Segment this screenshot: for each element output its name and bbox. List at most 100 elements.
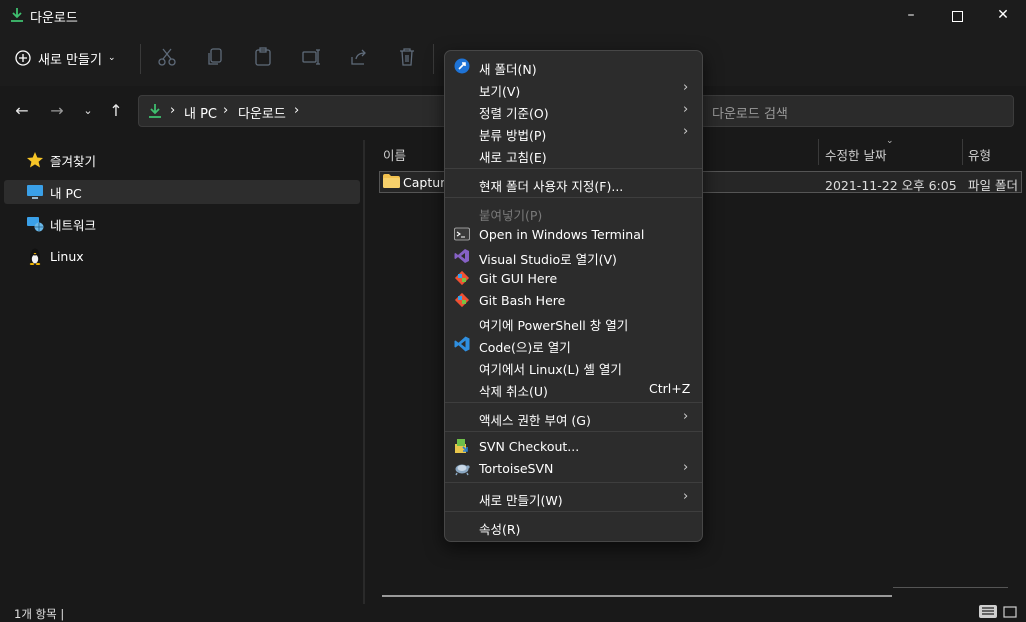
details-view-button[interactable] — [979, 605, 997, 618]
arrow-right-icon[interactable]: → — [47, 100, 67, 122]
breadcrumb-separator[interactable]: › — [294, 103, 299, 118]
svn-checkout-icon — [455, 439, 468, 453]
tortoise-svn-icon — [455, 464, 470, 476]
minimize-button[interactable]: – — [888, 0, 934, 32]
column-divider[interactable] — [962, 139, 963, 165]
menu-item-label: 새로 만들기(W) — [479, 493, 563, 508]
menu-item-label: 액세스 권한 부여 (G) — [479, 413, 591, 428]
chevron-down-icon: ⌄ — [107, 53, 116, 63]
menu-item-label: 보기(V) — [479, 84, 521, 99]
breadcrumb-separator[interactable]: › — [223, 103, 228, 118]
column-divider[interactable] — [818, 139, 819, 165]
submenu-arrow-icon: › — [683, 460, 689, 475]
menu-item-refresh[interactable]: 새로 고침(E) — [445, 143, 702, 165]
menu-item-label: Git Bash Here — [479, 293, 566, 308]
star-icon — [27, 152, 43, 168]
title-bar — [0, 0, 1026, 32]
rename-icon[interactable] — [300, 46, 322, 68]
menu-item-svn-checkout[interactable]: SVN Checkout... — [445, 435, 702, 457]
submenu-arrow-icon: › — [683, 489, 689, 504]
copy-icon[interactable] — [204, 46, 226, 68]
menu-item-undo-delete[interactable]: 삭제 취소(U) Ctrl+Z — [445, 377, 702, 399]
menu-item-open-powershell[interactable]: 여기에 PowerShell 창 열기 — [445, 311, 702, 333]
sort-chevron-icon: ⌄ — [886, 136, 894, 146]
paste-icon[interactable] — [252, 46, 274, 68]
menu-item-give-access[interactable]: 액세스 권한 부여 (G) › — [445, 406, 702, 428]
pane-divider[interactable] — [363, 140, 365, 610]
menu-item-open-with-code[interactable]: Code(으)로 열기 — [445, 333, 702, 355]
menu-item-tortoise-svn[interactable]: TortoiseSVN › — [445, 457, 702, 479]
menu-item-label: 새로 고침(E) — [479, 150, 547, 165]
menu-item-open-visual-studio[interactable]: Visual Studio로 열기(V) — [445, 245, 702, 267]
search-placeholder: 다운로드 검색 — [712, 107, 788, 122]
tiles-view-icon — [1003, 606, 1017, 618]
scroll-track — [893, 587, 1008, 588]
arrow-up-icon[interactable]: ↑ — [106, 100, 126, 122]
sidebar-item-my-pc[interactable]: 내 PC — [4, 180, 360, 204]
column-header-name[interactable]: 이름 — [383, 145, 406, 164]
menu-item-label: SVN Checkout... — [479, 439, 580, 454]
breadcrumb-item-downloads[interactable]: 다운로드 — [238, 103, 286, 122]
maximize-icon — [951, 11, 963, 22]
menu-item-label: TortoiseSVN — [479, 461, 554, 476]
visual-studio-icon — [454, 249, 469, 263]
new-button-label: 새로 만들기 — [38, 52, 102, 68]
horizontal-scrollbar[interactable] — [382, 595, 892, 597]
menu-item-new-folder[interactable]: 새 폴더(N) — [445, 55, 702, 77]
download-arrow-icon — [149, 104, 161, 118]
sidebar-item-network[interactable]: 네트워크 — [4, 212, 360, 236]
close-button[interactable]: ✕ — [980, 0, 1026, 32]
vscode-icon — [454, 336, 470, 352]
menu-item-git-bash[interactable]: Git Bash Here — [445, 289, 702, 311]
file-type: 파일 폴더 — [968, 178, 1018, 193]
menu-item-properties[interactable]: 속성(R) — [445, 515, 702, 537]
plus-circle-icon — [15, 50, 31, 66]
new-folder-icon — [454, 58, 470, 74]
chevron-down-icon[interactable]: ⌄ — [78, 100, 98, 122]
download-arrow-icon — [11, 8, 23, 22]
tux-icon — [29, 248, 41, 265]
menu-item-git-gui[interactable]: Git GUI Here — [445, 267, 702, 289]
cut-icon[interactable] — [156, 46, 178, 68]
window-title: 다운로드 — [30, 11, 78, 26]
column-header-modified[interactable]: 수정한 날짜 — [825, 145, 886, 164]
close-icon: ✕ — [997, 7, 1009, 23]
submenu-arrow-icon: › — [683, 124, 689, 139]
menu-item-open-terminal[interactable]: Open in Windows Terminal — [445, 223, 702, 245]
column-header-type[interactable]: 유형 — [968, 145, 991, 164]
monitor-icon — [27, 185, 43, 199]
toolbar-divider — [433, 44, 434, 74]
menu-item-view[interactable]: 보기(V) › — [445, 77, 702, 99]
details-view-icon — [982, 607, 994, 615]
tiles-view-button[interactable] — [1001, 605, 1019, 618]
share-icon[interactable] — [348, 46, 370, 68]
delete-icon[interactable] — [396, 46, 418, 68]
toolbar-divider — [140, 44, 141, 74]
new-button[interactable]: 새로 만들기 ⌄ — [14, 44, 115, 72]
maximize-button[interactable] — [934, 0, 980, 32]
menu-item-label: Open in Windows Terminal — [479, 227, 645, 242]
sidebar-item-label: Linux — [50, 248, 84, 264]
menu-item-open-linux-shell[interactable]: 여기에서 Linux(L) 셸 열기 — [445, 355, 702, 377]
menu-item-customize-folder[interactable]: 현재 폴더 사용자 지정(F)... — [445, 172, 702, 194]
menu-item-label: 여기에 PowerShell 창 열기 — [479, 318, 629, 333]
arrow-left-icon[interactable]: ← — [12, 100, 32, 122]
menu-item-label: 삭제 취소(U) — [479, 384, 548, 399]
menu-item-label: 여기에서 Linux(L) 셸 열기 — [479, 362, 622, 377]
menu-separator — [445, 168, 702, 169]
sidebar-item-linux[interactable]: Linux — [4, 244, 360, 268]
menu-separator — [445, 402, 702, 403]
minimize-icon: – — [907, 7, 915, 23]
menu-item-group-by[interactable]: 분류 방법(P) › — [445, 121, 702, 143]
breadcrumb-item-my-pc[interactable]: 내 PC — [184, 103, 217, 122]
menu-item-sort-by[interactable]: 정렬 기준(O) › — [445, 99, 702, 121]
git-icon — [454, 270, 470, 286]
menu-separator — [445, 197, 702, 198]
submenu-arrow-icon: › — [683, 102, 689, 117]
terminal-icon — [454, 227, 470, 241]
breadcrumb-separator[interactable]: › — [170, 103, 175, 118]
menu-item-new[interactable]: 새로 만들기(W) › — [445, 486, 702, 508]
sidebar-item-label: 네트워크 — [50, 217, 97, 233]
menu-item-label: Visual Studio로 열기(V) — [479, 252, 617, 267]
sidebar-item-favorites[interactable]: 즐겨찾기 — [4, 148, 360, 172]
